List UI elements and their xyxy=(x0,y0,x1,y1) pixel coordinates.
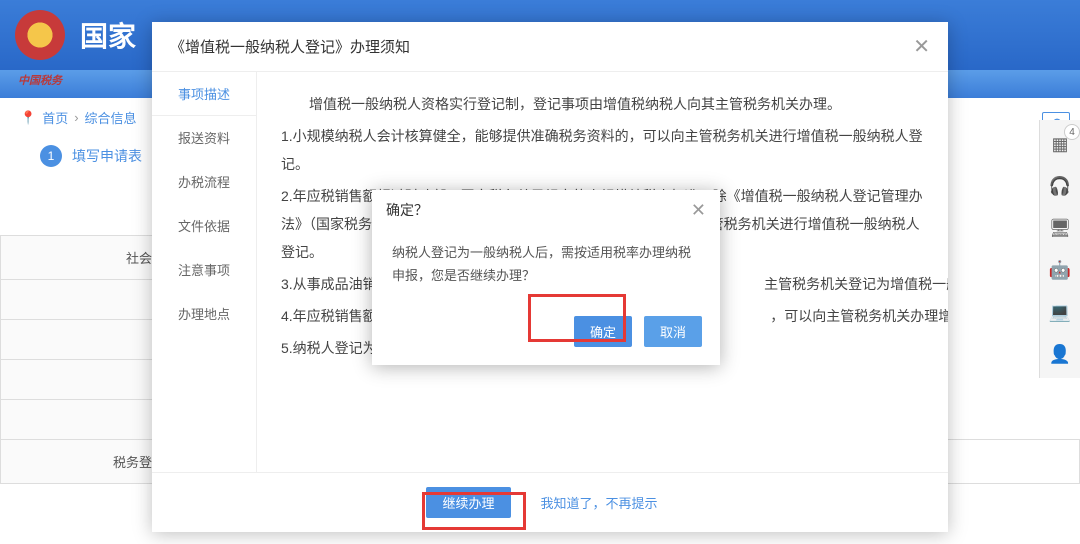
guide-footer: 继续办理 我知道了，不再提示 xyxy=(152,472,948,532)
dismiss-button[interactable]: 我知道了，不再提示 xyxy=(525,487,674,518)
headset-icon[interactable]: 🎧 xyxy=(1046,172,1074,200)
confirm-footer: 确定 取消 xyxy=(372,306,720,365)
guide-line: 1.小规模纳税人会计核算健全，能够提供准确税务资料的，可以向主管税务机关进行增值… xyxy=(281,122,924,178)
logo-subtitle: 中国税务 xyxy=(18,72,62,88)
guide-sidebar: 事项描述 报送资料 办税流程 文件依据 注意事项 办理地点 xyxy=(152,72,257,472)
guide-header: 《增值税一般纳税人登记》办理须知 ✕ xyxy=(152,22,948,72)
app-title: 国家 xyxy=(80,15,136,55)
guide-title: 《增值税一般纳税人登记》办理须知 xyxy=(170,36,410,57)
breadcrumb-home[interactable]: 首页 xyxy=(42,108,68,127)
guide-tab-flow[interactable]: 办税流程 xyxy=(152,160,256,204)
dashboard-icon[interactable]: ▦4 xyxy=(1046,130,1074,158)
close-icon[interactable]: ✕ xyxy=(691,200,706,221)
confirm-modal: 确定？ ✕ 纳税人登记为一般纳税人后，需按适用税率办理纳税申报，您是否继续办理？… xyxy=(372,190,720,365)
guide-tab-basis[interactable]: 文件依据 xyxy=(152,204,256,248)
guide-tab-docs[interactable]: 报送资料 xyxy=(152,116,256,160)
confirm-header: 确定？ ✕ xyxy=(372,190,720,231)
user-icon[interactable]: 👤 xyxy=(1046,340,1074,368)
confirm-ok-button[interactable]: 确定 xyxy=(574,316,632,347)
monitor-icon[interactable]: 🖥 xyxy=(1046,214,1074,242)
guide-tab-desc[interactable]: 事项描述 xyxy=(152,72,256,116)
notification-badge: 4 xyxy=(1064,124,1080,140)
confirm-body: 纳税人登记为一般纳税人后，需按适用税率办理纳税申报，您是否继续办理？ xyxy=(372,231,720,306)
guide-tab-place[interactable]: 办理地点 xyxy=(152,292,256,336)
step-number: 1 xyxy=(40,145,62,167)
pin-icon: 📍 xyxy=(20,110,36,126)
desktop-icon[interactable]: 💻 xyxy=(1046,298,1074,326)
continue-button[interactable]: 继续办理 xyxy=(426,487,510,518)
breadcrumb-current: 综合信息 xyxy=(85,108,137,127)
step-label: 填写申请表 xyxy=(72,146,142,166)
logo-emblem xyxy=(15,10,65,60)
close-icon[interactable]: ✕ xyxy=(913,34,930,59)
robot-icon[interactable]: 🤖 xyxy=(1046,256,1074,284)
confirm-title: 确定？ xyxy=(386,200,428,221)
breadcrumb-sep: › xyxy=(74,110,78,125)
right-toolbar: ▦4 🎧 🖥 🤖 💻 👤 xyxy=(1039,120,1080,378)
guide-line: 增值税一般纳税人资格实行登记制，登记事项由增值税纳税人向其主管税务机关办理。 xyxy=(281,90,924,118)
guide-tab-notes[interactable]: 注意事项 xyxy=(152,248,256,292)
confirm-cancel-button[interactable]: 取消 xyxy=(644,316,702,347)
